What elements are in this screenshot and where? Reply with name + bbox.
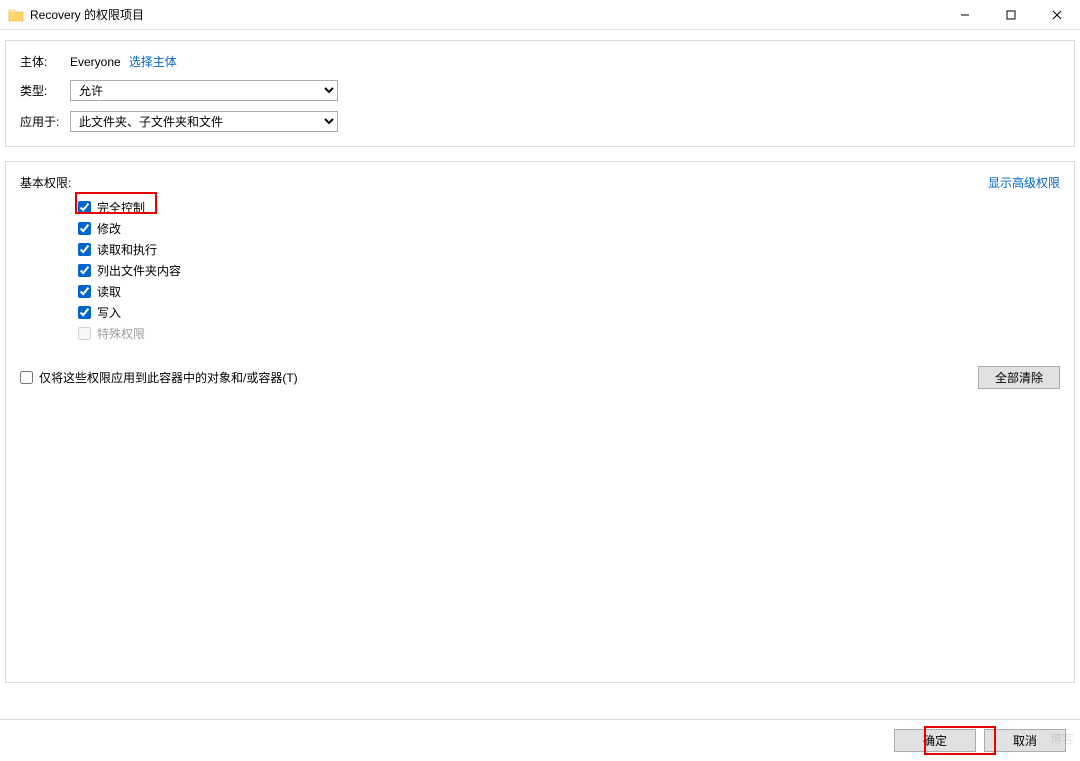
dialog-footer: 确定 取消: [0, 719, 1080, 761]
applies-row: 应用于: 此文件夹、子文件夹和文件: [20, 111, 1060, 132]
perm-write[interactable]: 写入: [78, 302, 1060, 323]
only-apply-row: 仅将这些权限应用到此容器中的对象和/或容器(T) 全部清除: [20, 366, 1060, 389]
minimize-button[interactable]: [942, 0, 988, 30]
window-title: Recovery 的权限项目: [30, 6, 942, 23]
show-advanced-link[interactable]: 显示高级权限: [988, 174, 1060, 191]
permissions-title: 基本权限:: [20, 174, 71, 191]
perm-label: 完全控制: [97, 199, 145, 216]
titlebar: Recovery 的权限项目: [0, 0, 1080, 30]
close-button[interactable]: [1034, 0, 1080, 30]
perm-checkbox[interactable]: [78, 243, 91, 256]
perm-checkbox[interactable]: [78, 222, 91, 235]
perm-checkbox[interactable]: [78, 285, 91, 298]
applies-label: 应用于:: [20, 113, 70, 130]
principal-label: 主体:: [20, 53, 70, 70]
principal-row: 主体: Everyone 选择主体: [20, 53, 1060, 70]
perm-full-control[interactable]: 完全控制: [78, 197, 1060, 218]
only-apply-text: 仅将这些权限应用到此容器中的对象和/或容器(T): [39, 369, 298, 386]
perm-checkbox: [78, 327, 91, 340]
applies-select[interactable]: 此文件夹、子文件夹和文件: [70, 111, 338, 132]
principal-name: Everyone: [70, 55, 121, 69]
type-label: 类型:: [20, 82, 70, 99]
principal-group: 主体: Everyone 选择主体 类型: 允许 应用于: 此文件夹、子文件夹和…: [5, 40, 1075, 147]
perm-read[interactable]: 读取: [78, 281, 1060, 302]
clear-all-button[interactable]: 全部清除: [978, 366, 1060, 389]
window-controls: [942, 0, 1080, 29]
permissions-list: 完全控制 修改 读取和执行 列出文件夹内容 读取 写入: [78, 197, 1060, 344]
perm-list-folder[interactable]: 列出文件夹内容: [78, 260, 1060, 281]
select-principal-link[interactable]: 选择主体: [129, 53, 177, 70]
dialog-content: 主体: Everyone 选择主体 类型: 允许 应用于: 此文件夹、子文件夹和…: [0, 30, 1080, 683]
only-apply-input[interactable]: [20, 371, 33, 384]
perm-special: 特殊权限: [78, 323, 1060, 344]
perm-label: 读取: [97, 283, 121, 300]
perm-label: 读取和执行: [97, 241, 157, 258]
perm-label: 修改: [97, 220, 121, 237]
perm-checkbox[interactable]: [78, 306, 91, 319]
perm-label: 特殊权限: [97, 325, 145, 342]
perm-checkbox[interactable]: [78, 264, 91, 277]
permissions-header: 基本权限: 显示高级权限: [20, 174, 1060, 191]
perm-label: 写入: [97, 304, 121, 321]
ok-button[interactable]: 确定: [894, 729, 976, 752]
cancel-button[interactable]: 取消: [984, 729, 1066, 752]
permissions-group: 基本权限: 显示高级权限 完全控制 修改 读取和执行 列出文件夹内容: [5, 161, 1075, 683]
perm-modify[interactable]: 修改: [78, 218, 1060, 239]
perm-read-execute[interactable]: 读取和执行: [78, 239, 1060, 260]
folder-icon: [8, 8, 24, 22]
maximize-button[interactable]: [988, 0, 1034, 30]
only-apply-checkbox[interactable]: 仅将这些权限应用到此容器中的对象和/或容器(T): [20, 369, 298, 386]
type-row: 类型: 允许: [20, 80, 1060, 101]
perm-label: 列出文件夹内容: [97, 262, 181, 279]
perm-checkbox[interactable]: [78, 201, 91, 214]
type-select[interactable]: 允许: [70, 80, 338, 101]
